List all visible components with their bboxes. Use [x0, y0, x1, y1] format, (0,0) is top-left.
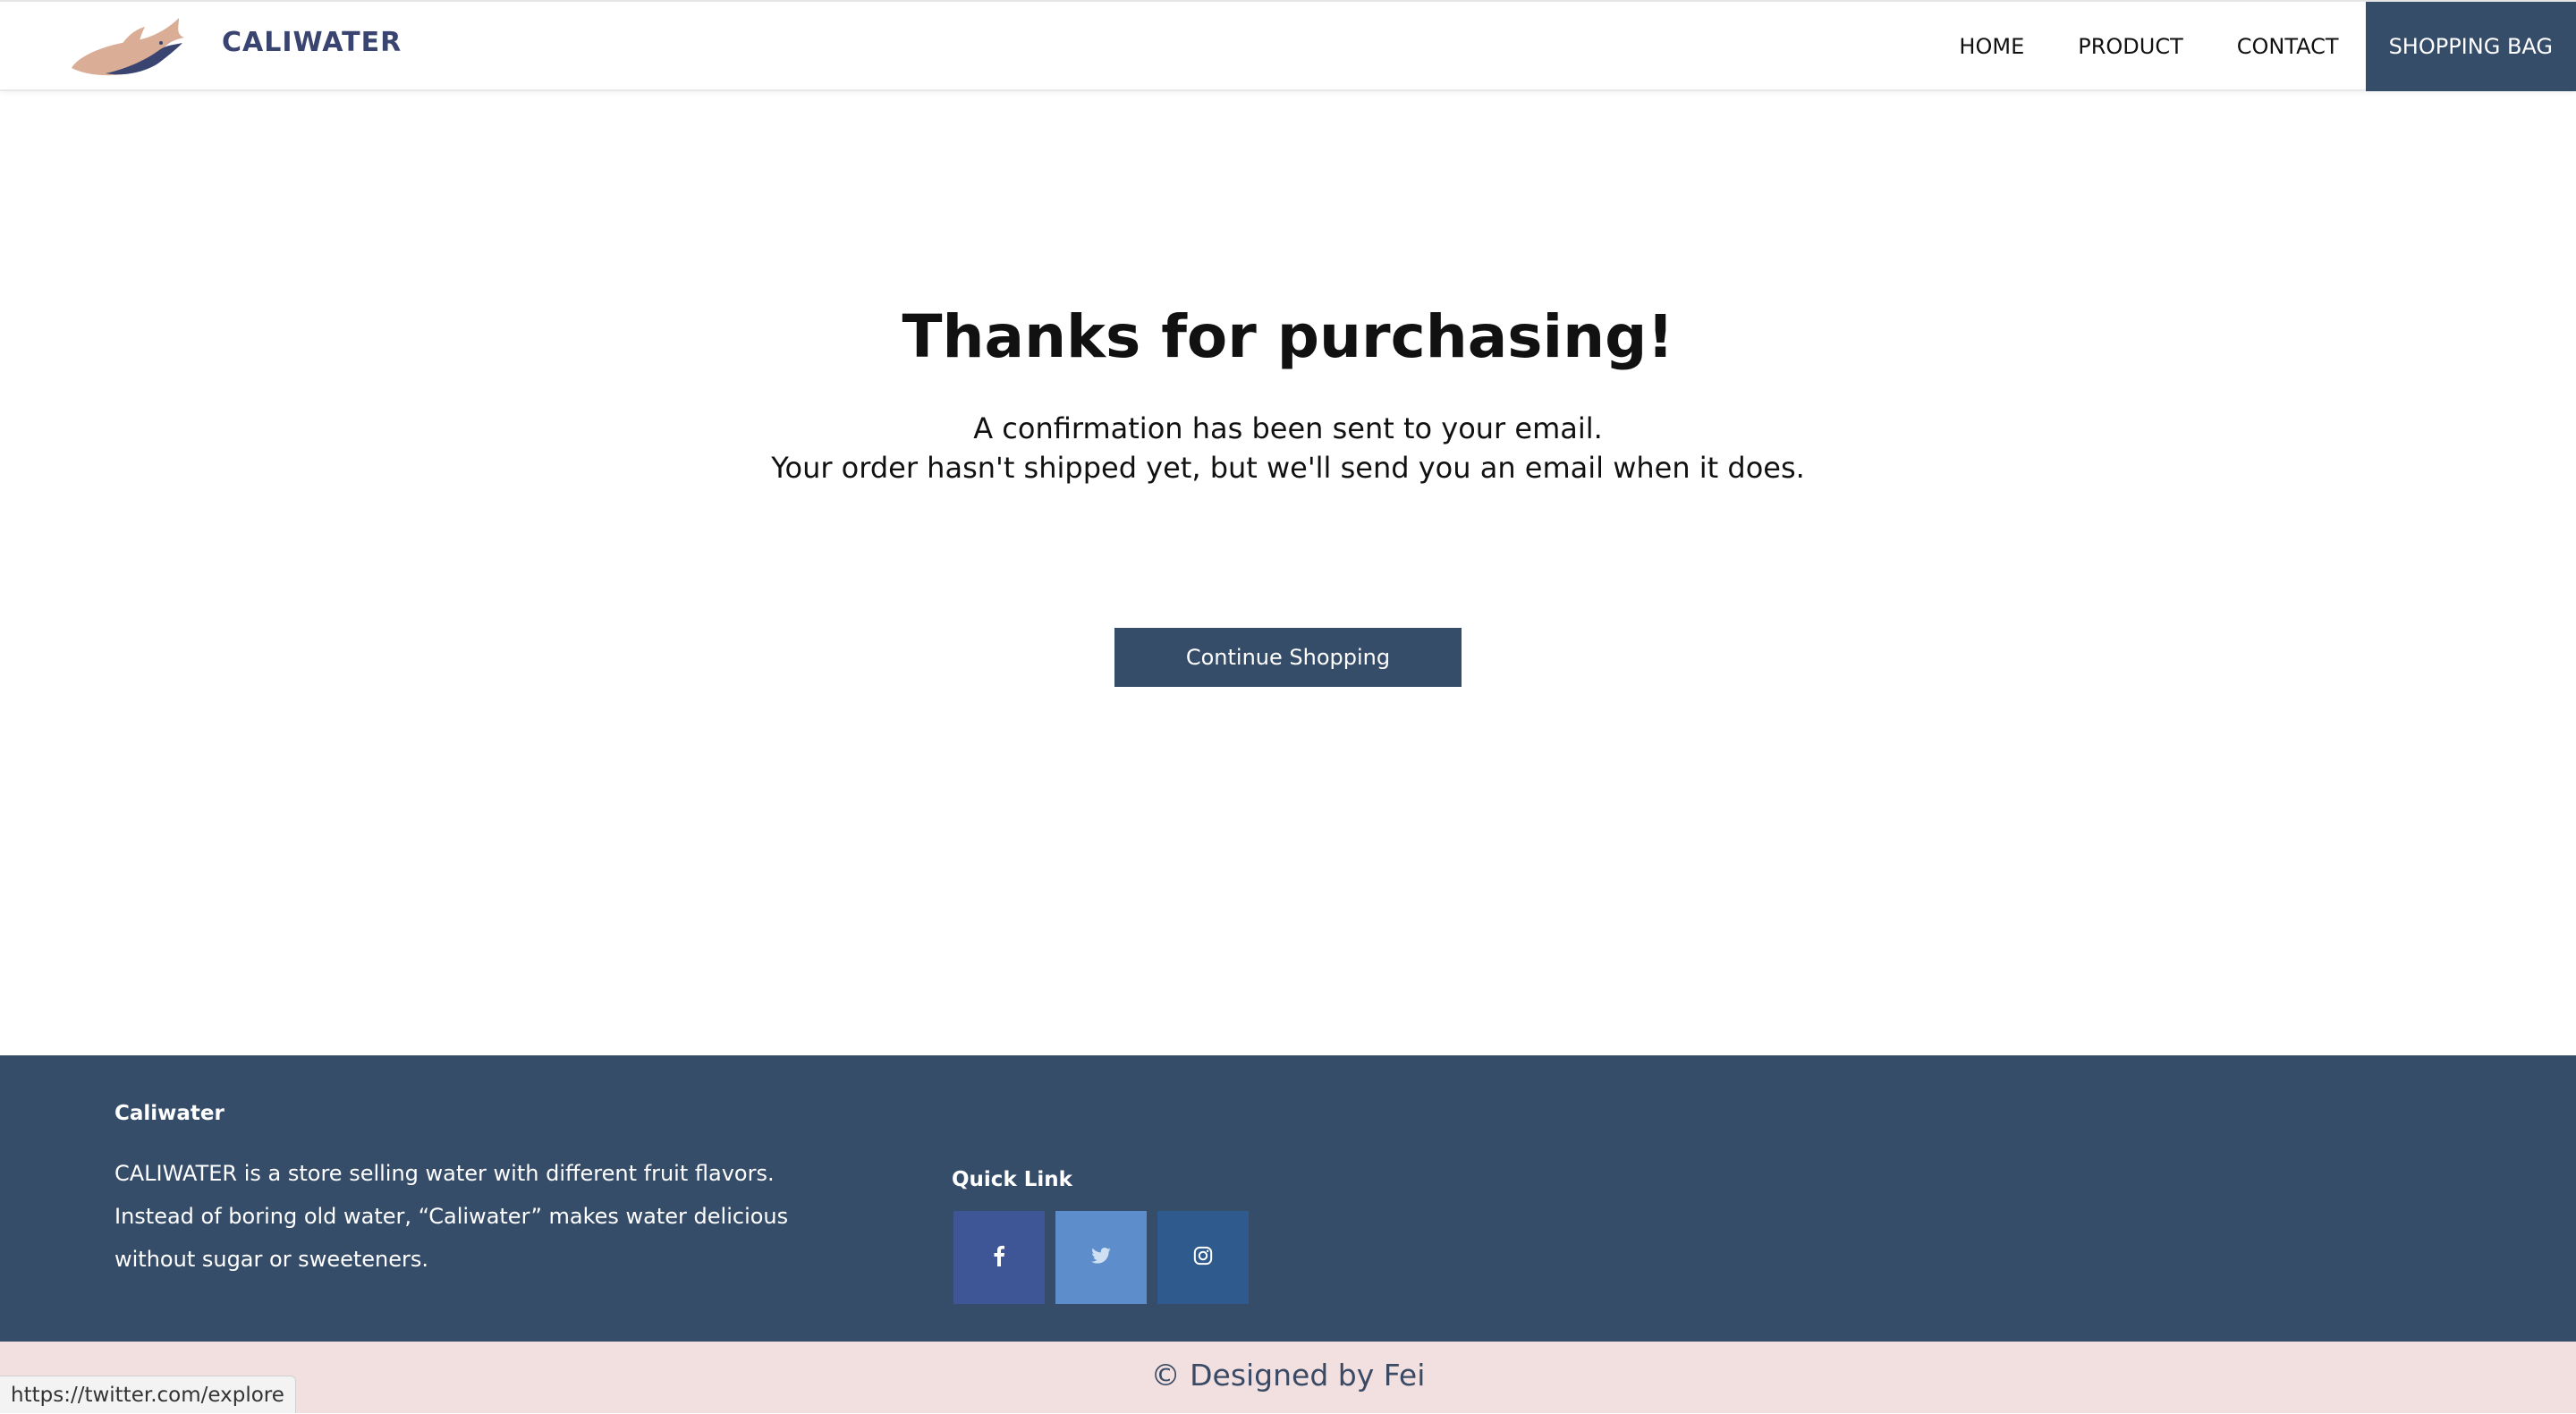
- page-title: Thanks for purchasing!: [902, 302, 1674, 371]
- twitter-icon: [1091, 1248, 1111, 1267]
- dolphin-logo-icon[interactable]: [70, 11, 195, 82]
- twitter-button[interactable]: [1055, 1211, 1147, 1304]
- shipping-text: Your order hasn't shipped yet, but we'll…: [771, 451, 1805, 485]
- header: CALIWATER HOME PRODUCT CONTACT SHOPPING …: [0, 0, 2576, 91]
- footer-title: Caliwater: [114, 1102, 225, 1125]
- continue-shopping-button[interactable]: Continue Shopping: [1114, 628, 1462, 687]
- facebook-button[interactable]: [953, 1211, 1045, 1304]
- instagram-icon: [1193, 1246, 1213, 1269]
- status-bar-url: https://twitter.com/explore: [0, 1376, 296, 1413]
- nav-contact[interactable]: CONTACT: [2210, 2, 2366, 91]
- instagram-button[interactable]: [1157, 1211, 1249, 1304]
- bottom-bar: © Designed by Fei: [0, 1342, 2576, 1413]
- footer-description: CALIWATER is a store selling water with …: [114, 1161, 789, 1272]
- facebook-icon: [993, 1245, 1005, 1270]
- main-content: Thanks for purchasing! A confirmation ha…: [0, 91, 2576, 1055]
- footer: Caliwater CALIWATER is a store selling w…: [0, 1055, 2576, 1342]
- copyright-text: © Designed by Fei: [1150, 1358, 1426, 1393]
- confirmation-text: A confirmation has been sent to your ema…: [973, 411, 1603, 445]
- brand-name[interactable]: CALIWATER: [222, 27, 402, 58]
- nav-home[interactable]: HOME: [1932, 2, 2051, 91]
- quick-link-title: Quick Link: [952, 1168, 1072, 1191]
- nav-product[interactable]: PRODUCT: [2051, 2, 2210, 91]
- main-nav: HOME PRODUCT CONTACT SHOPPING BAG: [1932, 2, 2576, 91]
- nav-shopping-bag[interactable]: SHOPPING BAG: [2365, 2, 2576, 91]
